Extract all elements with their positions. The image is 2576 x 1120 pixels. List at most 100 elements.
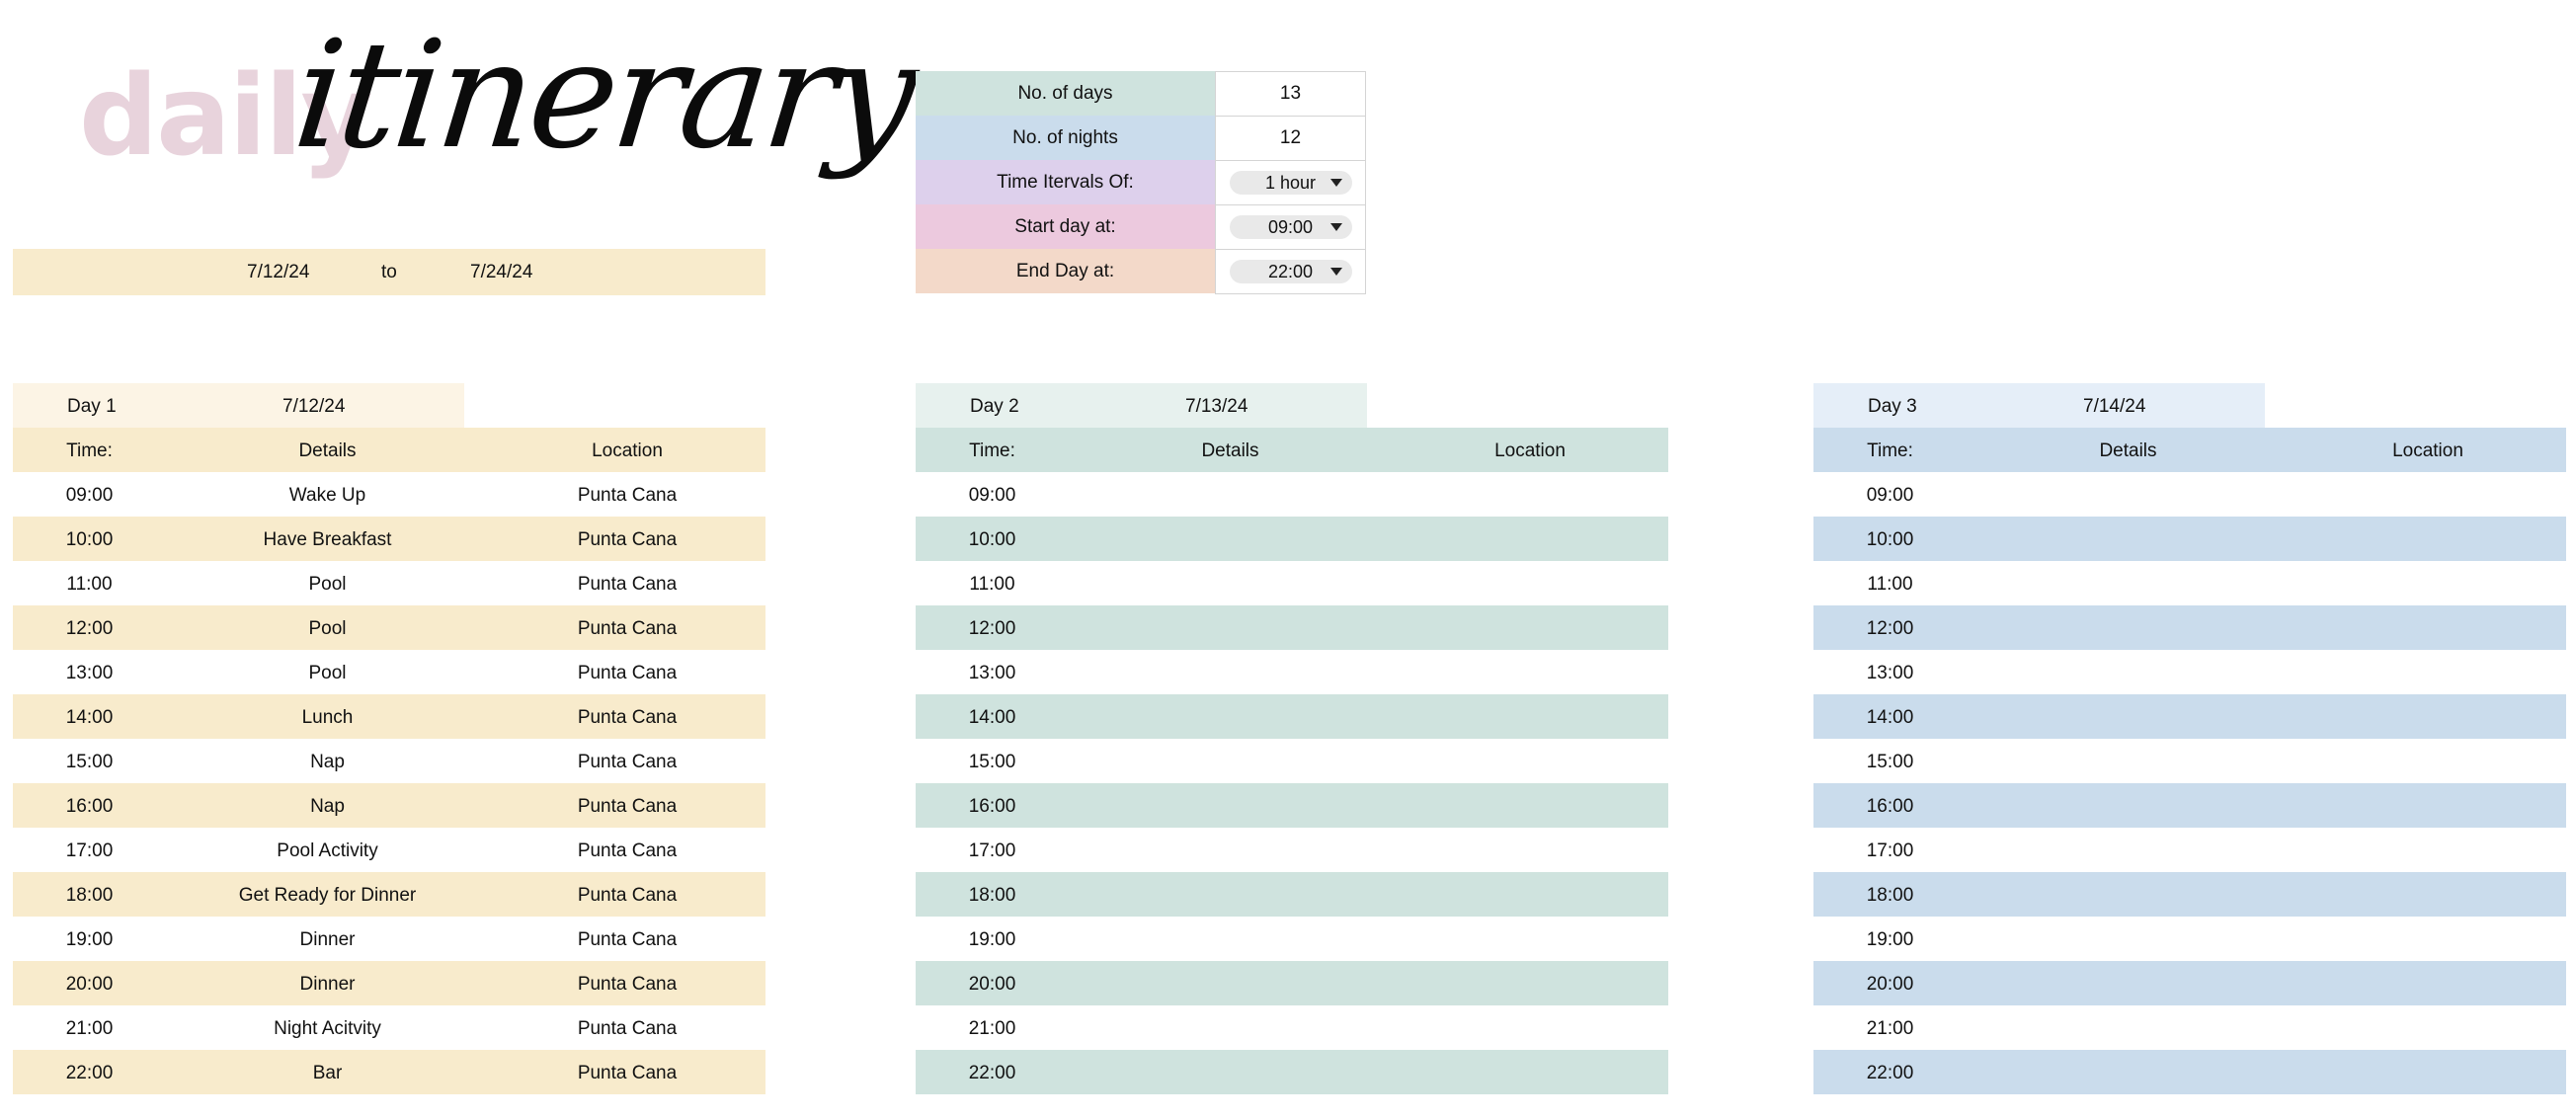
location-cell[interactable]: Punta Cana	[489, 1018, 765, 1040]
time-cell[interactable]: 19:00	[1813, 929, 1967, 951]
time-cell[interactable]: 09:00	[13, 485, 166, 507]
details-cell[interactable]: Lunch	[166, 707, 489, 729]
table-row: 15:00 Nap Punta Cana	[13, 739, 765, 783]
location-cell[interactable]: Punta Cana	[489, 1063, 765, 1084]
column-header-location: Location	[2392, 440, 2463, 461]
details-cell[interactable]: Nap	[166, 752, 489, 773]
day-date: 7/12/24	[282, 396, 346, 417]
time-cell[interactable]: 15:00	[916, 752, 1069, 773]
details-cell[interactable]: Pool Activity	[166, 840, 489, 862]
location-cell[interactable]: Punta Cana	[489, 752, 765, 773]
time-cell[interactable]: 17:00	[1813, 840, 1967, 862]
time-cell[interactable]: 16:00	[1813, 796, 1967, 818]
time-cell[interactable]: 14:00	[916, 707, 1069, 729]
time-cell[interactable]: 19:00	[916, 929, 1069, 951]
time-cell[interactable]: 15:00	[1813, 752, 1967, 773]
details-cell[interactable]: Get Ready for Dinner	[166, 885, 489, 907]
column-header-details: Details	[2099, 440, 2157, 461]
details-cell[interactable]: Night Acitvity	[166, 1018, 489, 1040]
time-cell[interactable]: 09:00	[916, 485, 1069, 507]
date-range-bar: 7/12/24 to 7/24/24	[13, 249, 765, 295]
table-row: 16:00	[1813, 783, 2566, 828]
setting-value-days[interactable]: 13	[1215, 71, 1366, 117]
location-cell[interactable]: Punta Cana	[489, 529, 765, 551]
time-cell[interactable]: 13:00	[13, 663, 166, 684]
time-cell[interactable]: 11:00	[1813, 574, 1967, 596]
table-row: 12:00	[916, 605, 1668, 650]
time-cell[interactable]: 21:00	[13, 1018, 166, 1040]
time-cell[interactable]: 22:00	[916, 1063, 1069, 1084]
details-cell[interactable]: Have Breakfast	[166, 529, 489, 551]
location-cell[interactable]: Punta Cana	[489, 618, 765, 640]
location-cell[interactable]: Punta Cana	[489, 974, 765, 996]
column-header-location: Location	[1494, 440, 1566, 461]
time-interval-dropdown[interactable]: 1 hour	[1229, 171, 1352, 195]
time-cell[interactable]: 20:00	[916, 974, 1069, 996]
chevron-down-icon[interactable]	[1329, 268, 1342, 276]
time-cell[interactable]: 18:00	[1813, 885, 1967, 907]
location-cell[interactable]: Punta Cana	[489, 707, 765, 729]
table-row: 19:00 Dinner Punta Cana	[13, 917, 765, 961]
time-cell[interactable]: 12:00	[916, 618, 1069, 640]
time-cell[interactable]: 10:00	[13, 529, 166, 551]
table-row: 21:00	[1813, 1005, 2566, 1050]
table-row: 20:00	[1813, 961, 2566, 1005]
time-cell[interactable]: 14:00	[13, 707, 166, 729]
details-cell[interactable]: Pool	[166, 574, 489, 596]
time-cell[interactable]: 11:00	[916, 574, 1069, 596]
details-cell[interactable]: Pool	[166, 663, 489, 684]
table-row: 12:00 Pool Punta Cana	[13, 605, 765, 650]
start-time-dropdown[interactable]: 09:00	[1229, 215, 1352, 239]
table-row: 19:00	[916, 917, 1668, 961]
details-cell[interactable]: Dinner	[166, 929, 489, 951]
time-cell[interactable]: 20:00	[1813, 974, 1967, 996]
time-cell[interactable]: 09:00	[1813, 485, 1967, 507]
time-cell[interactable]: 20:00	[13, 974, 166, 996]
location-cell[interactable]: Punta Cana	[489, 574, 765, 596]
setting-value-cell: 1 hour	[1215, 160, 1366, 205]
time-cell[interactable]: 22:00	[1813, 1063, 1967, 1084]
table-row: 22:00	[1813, 1050, 2566, 1094]
time-cell[interactable]: 14:00	[1813, 707, 1967, 729]
time-cell[interactable]: 12:00	[1813, 618, 1967, 640]
location-cell[interactable]: Punta Cana	[489, 796, 765, 818]
time-cell[interactable]: 15:00	[13, 752, 166, 773]
column-header-location: Location	[592, 440, 663, 461]
time-cell[interactable]: 17:00	[916, 840, 1069, 862]
day-label: Day 2	[970, 396, 1019, 417]
time-cell[interactable]: 10:00	[916, 529, 1069, 551]
time-cell[interactable]: 17:00	[13, 840, 166, 862]
time-cell[interactable]: 13:00	[916, 663, 1069, 684]
time-cell[interactable]: 21:00	[916, 1018, 1069, 1040]
time-cell[interactable]: 18:00	[13, 885, 166, 907]
end-time-dropdown[interactable]: 22:00	[1229, 260, 1352, 283]
details-cell[interactable]: Wake Up	[166, 485, 489, 507]
chevron-down-icon[interactable]	[1329, 179, 1342, 187]
time-cell[interactable]: 18:00	[916, 885, 1069, 907]
location-cell[interactable]: Punta Cana	[489, 885, 765, 907]
time-cell[interactable]: 11:00	[13, 574, 166, 596]
setting-value-nights[interactable]: 12	[1215, 116, 1366, 161]
details-cell[interactable]: Bar	[166, 1063, 489, 1084]
details-cell[interactable]: Nap	[166, 796, 489, 818]
location-cell[interactable]: Punta Cana	[489, 840, 765, 862]
location-cell[interactable]: Punta Cana	[489, 485, 765, 507]
time-cell[interactable]: 12:00	[13, 618, 166, 640]
details-cell[interactable]: Dinner	[166, 974, 489, 996]
time-cell[interactable]: 13:00	[1813, 663, 1967, 684]
time-cell[interactable]: 16:00	[13, 796, 166, 818]
table-row: 13:00	[1813, 650, 2566, 694]
time-cell[interactable]: 22:00	[13, 1063, 166, 1084]
setting-value-cell: 09:00	[1215, 204, 1366, 250]
chevron-down-icon[interactable]	[1329, 223, 1342, 231]
start-date[interactable]: 7/12/24	[247, 262, 309, 283]
details-cell[interactable]: Pool	[166, 618, 489, 640]
time-cell[interactable]: 19:00	[13, 929, 166, 951]
time-cell[interactable]: 21:00	[1813, 1018, 1967, 1040]
dropdown-value: 22:00	[1267, 261, 1314, 281]
end-date[interactable]: 7/24/24	[470, 262, 532, 283]
location-cell[interactable]: Punta Cana	[489, 663, 765, 684]
time-cell[interactable]: 16:00	[916, 796, 1069, 818]
location-cell[interactable]: Punta Cana	[489, 929, 765, 951]
time-cell[interactable]: 10:00	[1813, 529, 1967, 551]
